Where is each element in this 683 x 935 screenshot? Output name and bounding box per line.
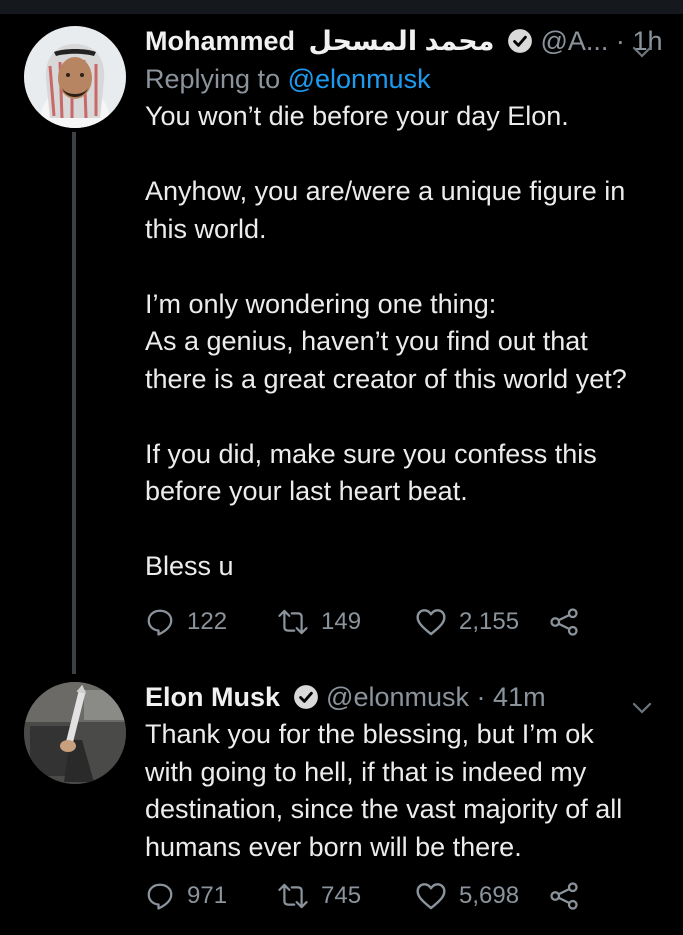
author-name-arabic[interactable]: محمد المسحل xyxy=(309,26,495,56)
tweet-actions: 122 149 2,155 xyxy=(145,602,605,642)
tweet-elon-musk[interactable]: Elon Musk @elonmusk · 41m Thank you for … xyxy=(0,674,683,935)
heart-icon xyxy=(416,609,446,636)
verified-badge-icon xyxy=(507,26,533,64)
retweet-button[interactable]: 745 xyxy=(277,876,361,916)
tweet-actions: 971 745 5,698 xyxy=(145,876,605,916)
tweet-line: Anyhow, you are/were a unique figure in xyxy=(145,176,626,206)
share-icon xyxy=(550,608,578,636)
like-count: 2,155 xyxy=(459,608,520,635)
tweet-line: Thank you for the blessing, but I’m ok xyxy=(145,719,594,749)
author-name[interactable]: Elon Musk xyxy=(145,682,280,712)
tweet-line: humans ever born will be there. xyxy=(145,831,522,862)
tweet-text: Thank you for the blessing, but I’m ok w… xyxy=(145,716,665,866)
avatar-image xyxy=(24,26,126,128)
tweet-line: If you did, make sure you confess this xyxy=(145,438,597,469)
reply-count: 122 xyxy=(187,608,228,635)
retweet-count: 149 xyxy=(321,608,362,635)
tweet-header: Elon Musk @elonmusk · 41m xyxy=(145,678,665,716)
share-button[interactable] xyxy=(549,602,591,642)
reply-button[interactable]: 122 xyxy=(145,602,227,642)
tweet-line: You won’t die before your day Elon. xyxy=(145,101,569,131)
tweet-header: Mohammed محمد المسحل @A... · 1h xyxy=(145,22,665,60)
share-button[interactable] xyxy=(549,876,591,916)
tweet-line: this world. xyxy=(145,213,267,244)
reply-icon xyxy=(147,883,173,910)
separator-dot: · xyxy=(615,26,625,56)
separator-dot: · xyxy=(476,682,486,712)
author-handle[interactable]: @elonmusk xyxy=(326,682,469,712)
tweet-line: I’m only wondering one thing: xyxy=(145,288,497,319)
chevron-down-icon[interactable] xyxy=(631,32,653,70)
replying-to: Replying to @elonmusk xyxy=(145,60,665,98)
heart-icon xyxy=(416,883,446,910)
share-icon xyxy=(550,882,578,910)
replying-to-mention[interactable]: @elonmusk xyxy=(288,64,431,94)
retweet-icon xyxy=(278,609,308,635)
reply-icon xyxy=(147,609,173,636)
retweet-icon xyxy=(278,883,308,909)
tweet-timestamp[interactable]: 41m xyxy=(493,682,546,712)
tweet-text: You won’t die before your day Elon. Anyh… xyxy=(145,98,665,586)
thread-connector-line xyxy=(72,132,76,674)
chevron-down-icon[interactable] xyxy=(631,688,653,726)
tweet-line: there is a great creator of this world y… xyxy=(145,363,627,394)
tweet-line xyxy=(145,398,665,436)
like-count: 5,698 xyxy=(459,882,520,909)
verified-badge-icon xyxy=(293,682,319,720)
tweet-line: destination, since the vast majority of … xyxy=(145,794,623,824)
avatar-image xyxy=(24,682,126,784)
retweet-button[interactable]: 149 xyxy=(277,602,361,642)
tweet-line: Bless u xyxy=(145,551,234,581)
avatar-mohammed[interactable] xyxy=(24,26,126,128)
avatar-elon-musk[interactable] xyxy=(24,682,126,784)
author-name[interactable]: Mohammed xyxy=(145,26,295,56)
tweet-line: with going to hell, if that is indeed my xyxy=(145,756,587,787)
tweet-mohammed[interactable]: Mohammed محمد المسحل @A... · 1h Replying… xyxy=(0,0,683,674)
retweet-count: 745 xyxy=(321,882,362,909)
tweet-line xyxy=(145,248,665,286)
reply-count: 971 xyxy=(187,882,228,909)
replying-to-label: Replying to xyxy=(145,64,281,94)
author-handle[interactable]: @A... xyxy=(540,26,608,56)
like-button[interactable]: 5,698 xyxy=(415,876,519,916)
like-button[interactable]: 2,155 xyxy=(415,602,519,642)
tweet-line xyxy=(145,511,665,549)
reply-button[interactable]: 971 xyxy=(145,876,227,916)
tweet-line: before your last heart beat. xyxy=(145,476,468,506)
tweet-line: As a genius, haven’t you find out that xyxy=(145,326,588,356)
tweet-line xyxy=(145,136,665,174)
